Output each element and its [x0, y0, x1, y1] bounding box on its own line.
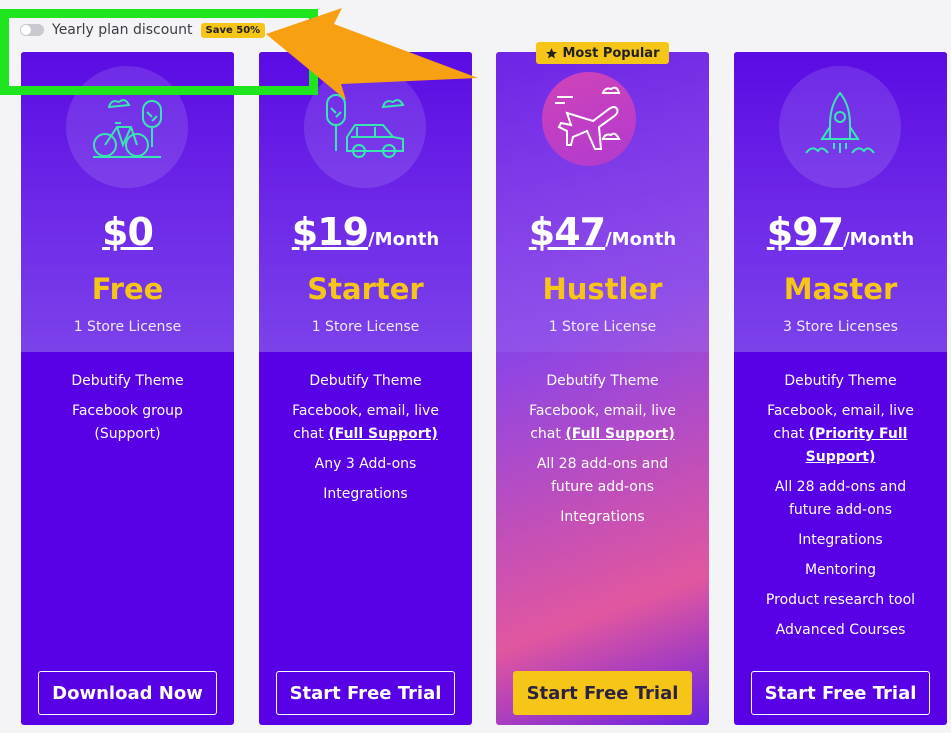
- feature-list: Debutify Theme Facebook, email, live cha…: [259, 370, 472, 513]
- feature-item: Any 3 Add-ons: [314, 456, 417, 472]
- feature-item: Integrations: [560, 509, 645, 525]
- plan-name: Master: [783, 272, 898, 306]
- license-count: 1 Store License: [311, 319, 420, 335]
- icon-circle: [542, 72, 636, 166]
- pricing-page: Yearly plan discount Save 50% Most Popul…: [0, 0, 951, 733]
- bicycle-tree-icon: [93, 99, 162, 158]
- price: $0: [21, 210, 234, 254]
- feature-list: Debutify Theme Facebook, email, live cha…: [734, 370, 947, 649]
- license-count: 1 Store License: [73, 319, 182, 335]
- feature-item: Debutify Theme: [71, 373, 184, 389]
- plan-card-free: $0 Free 1 Store License Debutify Theme F…: [21, 52, 234, 725]
- start-free-trial-button[interactable]: Start Free Trial: [276, 671, 455, 715]
- plan-name: Hustler: [542, 272, 663, 306]
- feature-item: All 28 add-ons and future add-ons: [774, 479, 907, 518]
- icon-circle: [779, 66, 901, 188]
- car-tree-icon: [326, 94, 405, 158]
- price-amount: $19: [291, 210, 369, 254]
- price-amount: $97: [766, 210, 844, 254]
- price-amount: $47: [528, 210, 606, 254]
- yearly-discount-toggle-row: Yearly plan discount Save 50%: [20, 22, 266, 38]
- airplane-icon: [555, 86, 621, 150]
- feature-item: Facebook, email, live chat (Priority Ful…: [754, 400, 927, 469]
- price-period: /Month: [368, 229, 440, 250]
- save-badge: Save 50%: [200, 22, 266, 38]
- star-icon: [546, 47, 558, 58]
- most-popular-label: Most Popular: [562, 45, 660, 61]
- full-support-link[interactable]: (Full Support): [328, 426, 437, 442]
- feature-item: Debutify Theme: [309, 373, 422, 389]
- price: $97/Month: [734, 210, 947, 254]
- plan-card-master: $97/Month Master 3 Store Licenses Debuti…: [734, 52, 947, 725]
- feature-item: Advanced Courses: [775, 622, 906, 638]
- rocket-icon: [805, 91, 875, 154]
- price: $47/Month: [496, 210, 709, 254]
- feature-item: Integrations: [323, 486, 408, 502]
- price: $19/Month: [259, 210, 472, 254]
- feature-list: Debutify Theme Facebook group (Support): [21, 370, 234, 453]
- priority-support-link[interactable]: (Priority Full Support): [806, 426, 908, 465]
- feature-item: Mentoring: [804, 562, 877, 578]
- feature-item: Facebook group (Support): [72, 403, 183, 442]
- feature-item: Facebook, email, live chat (Full Support…: [516, 400, 689, 446]
- plan-name: Starter: [307, 272, 424, 306]
- plan-card-starter: $19/Month Starter 1 Store License Debuti…: [259, 52, 472, 725]
- most-popular-badge: Most Popular: [536, 42, 669, 64]
- full-support-link[interactable]: (Full Support): [565, 426, 674, 442]
- plan-name: Free: [91, 272, 164, 306]
- feature-item: Debutify Theme: [546, 373, 659, 389]
- download-now-button[interactable]: Download Now: [38, 671, 217, 715]
- license-count: 3 Store Licenses: [783, 319, 898, 335]
- price-period: /Month: [605, 229, 677, 250]
- license-count: 1 Store License: [548, 319, 657, 335]
- price-amount: $0: [102, 210, 154, 254]
- feature-item: Facebook, email, live chat (Full Support…: [279, 400, 452, 446]
- yearly-discount-toggle[interactable]: [20, 24, 44, 36]
- feature-item: Product research tool: [765, 592, 916, 608]
- feature-item: Integrations: [798, 532, 883, 548]
- yearly-discount-label: Yearly plan discount: [52, 22, 193, 38]
- icon-circle: [304, 66, 426, 188]
- icon-circle: [66, 66, 188, 188]
- start-free-trial-button[interactable]: Start Free Trial: [513, 671, 692, 715]
- plan-card-hustler: $47/Month Hustler 1 Store License Debuti…: [496, 52, 709, 725]
- feature-item: All 28 add-ons and future add-ons: [536, 456, 669, 495]
- feature-list: Debutify Theme Facebook, email, live cha…: [496, 370, 709, 536]
- feature-item: Debutify Theme: [784, 373, 897, 389]
- price-period: /Month: [843, 229, 915, 250]
- start-free-trial-button[interactable]: Start Free Trial: [751, 671, 930, 715]
